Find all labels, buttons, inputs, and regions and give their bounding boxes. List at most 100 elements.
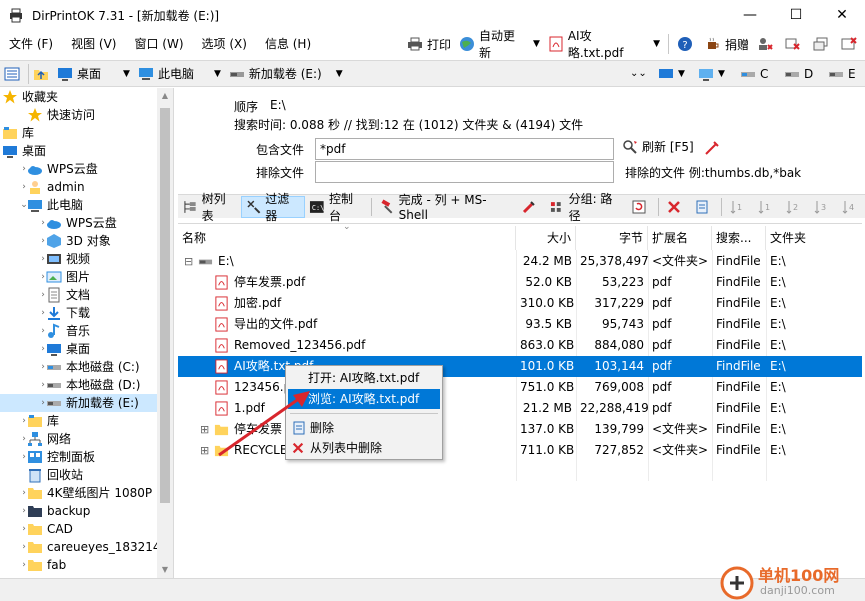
header-bytes[interactable]: 字节: [576, 226, 648, 250]
table-row[interactable]: Removed_123456.pdf 863.0 KB 884,080 pdf Find…: [178, 335, 862, 356]
sidebar-item[interactable]: › 视频: [0, 250, 173, 268]
include-files-input[interactable]: *pdf: [315, 138, 614, 160]
menu-view[interactable]: 视图 (V): [62, 30, 125, 58]
sort-3-button[interactable]: 2: [781, 196, 809, 218]
sidebar-item[interactable]: › admin: [0, 178, 173, 196]
sidebar-item[interactable]: › 网络: [0, 430, 173, 448]
sort-2-button[interactable]: 1: [753, 196, 781, 218]
table-row[interactable]: 停车发票.pdf 52.0 KB 53,223 pdf FindFile E:\: [178, 272, 862, 293]
sidebar-item[interactable]: › 库: [0, 412, 173, 430]
sidebar-item[interactable]: › careueyes_183214: [0, 538, 173, 556]
sidebar-item[interactable]: › WPS云盘: [0, 214, 173, 232]
minimize-button[interactable]: —: [727, 0, 773, 30]
address-volume-dropdown-icon[interactable]: ▼: [336, 69, 343, 79]
table-row[interactable]: 加密.pdf 310.0 KB 317,229 pdf FindFile E:\: [178, 293, 862, 314]
filter-button[interactable]: 过滤器: [240, 192, 306, 223]
scroll-thumb[interactable]: [160, 108, 170, 503]
group-tool-button[interactable]: [517, 196, 545, 218]
refresh-list-button[interactable]: [627, 196, 655, 218]
folder-tree[interactable]: 收藏夹 快速访问库桌面 › WPS云盘 › admin ⌄ 此电脑 › WPS云盘 › 3D 对象 › 视…: [0, 88, 174, 578]
table-row[interactable]: ⊟ E:\ 24.2 MB 25,378,497 <文件夹> FindFile E:\: [178, 251, 862, 272]
menu-window[interactable]: 窗口 (W): [125, 30, 192, 58]
sidebar-item[interactable]: › 4K壁纸图片 1080P: [0, 484, 173, 502]
list-view-icon[interactable]: [4, 66, 20, 82]
address-expand-icon[interactable]: ⌄⌄: [630, 68, 647, 79]
restore-button[interactable]: [809, 30, 837, 58]
group-path-button[interactable]: 分组: 路径: [545, 192, 627, 223]
view-screen-dropdown[interactable]: ▼: [698, 66, 725, 82]
close-window-button[interactable]: [837, 30, 865, 58]
sidebar-item[interactable]: › 图片: [0, 268, 173, 286]
done-columns-button[interactable]: 完成 - 列 + MS-Shell: [375, 193, 517, 222]
sidebar-item[interactable]: 快速访问: [0, 106, 173, 124]
sidebar-item[interactable]: 库: [0, 124, 173, 142]
view-monitor-dropdown[interactable]: ▼: [658, 66, 685, 82]
sidebar-item[interactable]: › 控制面板: [0, 448, 173, 466]
sidebar-item[interactable]: › backup: [0, 502, 173, 520]
sort-4-button[interactable]: 3: [809, 196, 837, 218]
sidebar-item[interactable]: › 文档: [0, 286, 173, 304]
sidebar-item[interactable]: › 音乐: [0, 322, 173, 340]
drive-d-button[interactable]: D: [784, 66, 813, 82]
menu-info[interactable]: 信息 (H): [256, 30, 320, 58]
cell-bytes: 103,144: [594, 359, 644, 373]
row-expand-icon[interactable]: ⊞: [200, 419, 209, 440]
header-size[interactable]: 大小: [516, 226, 576, 250]
address-desktop-dropdown-icon[interactable]: ▼: [123, 69, 130, 79]
tree-list-button[interactable]: 树列表: [178, 192, 241, 223]
header-name[interactable]: 名称: [178, 226, 516, 250]
sidebar-item[interactable]: › 本地磁盘 (D:): [0, 376, 173, 394]
sidebar-item[interactable]: › 3D 对象: [0, 232, 173, 250]
sidebar-item[interactable]: › WPS云盘: [0, 160, 173, 178]
delete-list-button[interactable]: [662, 196, 690, 218]
clear-filter-icon[interactable]: [704, 140, 720, 156]
auto-update-button[interactable]: 自动更新 ▼: [455, 29, 544, 60]
sidebar-item[interactable]: 收藏夹: [0, 88, 173, 106]
close-button[interactable]: ✕: [819, 0, 865, 30]
address-volume[interactable]: 新加载卷 (E:) ▼: [225, 63, 347, 85]
donate-button[interactable]: 捐赠: [701, 30, 753, 58]
sidebar-item[interactable]: 桌面: [0, 142, 173, 160]
sidebar-item[interactable]: › 下载: [0, 304, 173, 322]
scroll-up-icon[interactable]: ▲: [157, 88, 173, 104]
sort-1-button[interactable]: 1: [725, 196, 753, 218]
scroll-down-icon[interactable]: ▼: [157, 562, 173, 578]
table-row[interactable]: AI攻略.txt.pdf 101.0 KB 103,144 pdf FindFile E:…: [178, 356, 862, 377]
header-search[interactable]: 搜索...: [712, 226, 766, 250]
sidebar-item[interactable]: › 新加载卷 (E:): [0, 394, 173, 412]
sidebar-item[interactable]: › fab: [0, 556, 173, 574]
header-folder[interactable]: 文件夹: [766, 226, 862, 250]
current-file-dropdown-icon[interactable]: ▼: [653, 39, 660, 49]
help-button[interactable]: ?: [673, 30, 701, 58]
sidebar-item[interactable]: 回收站: [0, 466, 173, 484]
user-x-button[interactable]: [753, 30, 781, 58]
auto-update-dropdown-icon[interactable]: ▼: [533, 39, 540, 49]
address-this-pc-dropdown-icon[interactable]: ▼: [214, 69, 221, 79]
print-button[interactable]: 打印: [403, 30, 455, 58]
tree-scrollbar[interactable]: ▲ ▼: [157, 88, 173, 578]
sidebar-item[interactable]: › 本地磁盘 (C:): [0, 358, 173, 376]
recycle-button[interactable]: [690, 196, 718, 218]
menu-file[interactable]: 文件 (F): [0, 30, 62, 58]
exclude-files-input[interactable]: [315, 161, 614, 183]
current-file-button[interactable]: AI攻略.txt.pdf ▼: [544, 29, 664, 60]
row-expand-icon[interactable]: ⊟: [184, 251, 193, 272]
row-expand-icon[interactable]: ⊞: [200, 440, 209, 461]
refresh-button[interactable]: 刷新 [F5]: [622, 138, 694, 155]
sidebar-item[interactable]: › CAD: [0, 520, 173, 538]
address-toolbar: 桌面 ▼ 此电脑 ▼ 新加载卷 (E:) ▼ ⌄⌄ ▼ ▼ C D E: [0, 60, 865, 87]
drive-e-button[interactable]: E: [828, 66, 856, 82]
table-row[interactable]: 导出的文件.pdf 93.5 KB 95,743 pdf FindFile E:\: [178, 314, 862, 335]
sidebar-item[interactable]: ⌄ 此电脑: [0, 196, 173, 214]
sort-5-button[interactable]: 4: [837, 196, 865, 218]
menu-options[interactable]: 选项 (X): [193, 30, 256, 58]
header-ext[interactable]: 扩展名: [648, 226, 712, 250]
maximize-button[interactable]: ☐: [773, 0, 819, 30]
up-folder-icon[interactable]: [33, 66, 49, 82]
drive-c-button[interactable]: C: [740, 66, 768, 82]
sidebar-item[interactable]: › 桌面: [0, 340, 173, 358]
address-this-pc[interactable]: 此电脑 ▼: [134, 63, 225, 85]
window-x-button[interactable]: [781, 30, 809, 58]
address-desktop[interactable]: 桌面 ▼: [53, 63, 134, 85]
console-button[interactable]: C:\ 控制台: [305, 192, 368, 223]
